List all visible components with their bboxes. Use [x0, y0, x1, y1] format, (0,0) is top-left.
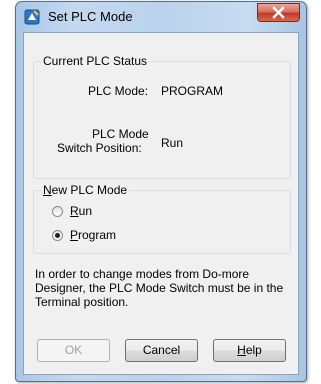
new-plc-mode-legend-hotkey: N — [43, 183, 52, 197]
run-label[interactable]: Run — [70, 204, 92, 218]
current-plc-status-group: Current PLC Status PLC Mode: PROGRAM PLC… — [33, 54, 291, 179]
cancel-button[interactable]: Cancel — [125, 339, 198, 362]
ok-button[interactable]: OK — [37, 339, 110, 362]
switch-position-value: Run — [161, 136, 184, 150]
dialog-title: Set PLC Mode — [48, 9, 133, 24]
current-plc-status-legend: Current PLC Status — [41, 54, 150, 68]
close-button[interactable] — [257, 3, 300, 22]
run-radio[interactable] — [52, 206, 63, 217]
plc-app-icon — [24, 9, 40, 25]
program-label[interactable]: Program — [70, 228, 116, 242]
program-radio[interactable] — [52, 230, 63, 241]
program-label-rest: rogram — [78, 228, 117, 242]
set-plc-mode-dialog: Set PLC Mode Current PLC Status PLC Mode… — [15, 1, 307, 382]
new-plc-mode-group: New PLC Mode Run Program — [33, 183, 291, 254]
run-label-rest: un — [78, 204, 93, 218]
help-button-hotkey: H — [237, 343, 246, 357]
mode-change-info-text: In order to change modes from Do-more De… — [35, 267, 284, 309]
switch-position-label-line1: PLC Mode — [92, 127, 149, 141]
help-button[interactable]: Help — [213, 339, 286, 362]
dialog-client-area: Current PLC Status PLC Mode: PROGRAM PLC… — [23, 32, 299, 375]
new-plc-mode-legend-rest: ew PLC Mode — [51, 183, 128, 197]
switch-position-label-line2: Switch Position: — [57, 141, 142, 155]
plc-mode-value: PROGRAM — [161, 84, 224, 98]
title-bar[interactable]: Set PLC Mode — [16, 2, 306, 32]
run-label-hotkey: R — [70, 204, 79, 218]
program-radio-option[interactable]: Program — [52, 227, 152, 243]
new-plc-mode-legend: New PLC Mode — [41, 183, 130, 197]
help-button-rest: elp — [245, 343, 262, 357]
run-radio-option[interactable]: Run — [52, 203, 132, 219]
close-icon — [272, 6, 285, 19]
program-label-hotkey: P — [70, 228, 79, 242]
plc-mode-label: PLC Mode: — [88, 84, 149, 98]
